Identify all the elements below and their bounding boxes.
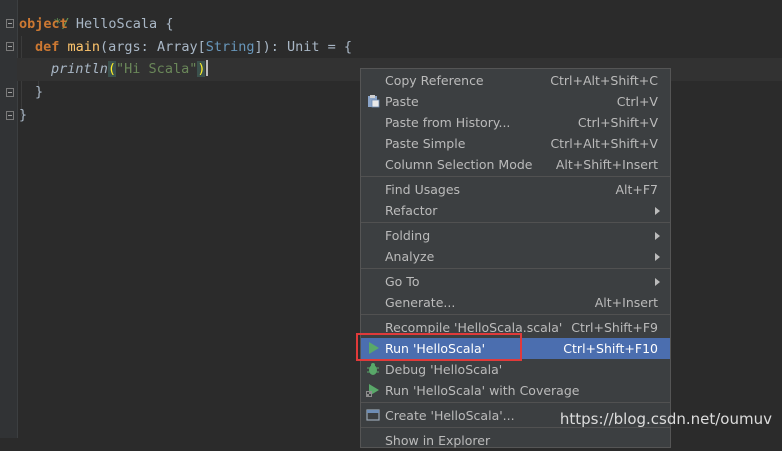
menu-item-folding[interactable]: Folding (361, 225, 670, 246)
menu-item-analyze[interactable]: Analyze (361, 246, 670, 267)
function-println: println (51, 61, 108, 77)
shortcut: Ctrl+Shift+F10 (563, 341, 658, 356)
submenu-arrow-icon (655, 253, 660, 261)
brace-close: } (35, 84, 44, 100)
shortcut: Alt+Insert (594, 295, 658, 310)
shortcut: Ctrl+Shift+V (577, 115, 658, 130)
menu-item-debug[interactable]: Debug 'HelloScala' (361, 359, 670, 380)
watermark-text: https://blog.csdn.net/oumuv (559, 410, 772, 428)
shortcut: Ctrl+Shift+F9 (571, 320, 658, 335)
shortcut: Alt+Shift+Insert (555, 157, 658, 172)
keyword-def: def (35, 39, 60, 55)
text-caret (206, 60, 209, 76)
menu-item-go-to[interactable]: Go To (361, 271, 670, 292)
menu-item-paste-from-history[interactable]: Paste from History... Ctrl+Shift+V (361, 112, 670, 133)
type-string: String (205, 39, 255, 55)
submenu-arrow-icon (655, 278, 660, 286)
shortcut: Ctrl+V (616, 94, 658, 109)
menu-item-find-usages[interactable]: Find Usages Alt+F7 (361, 179, 670, 200)
shortcut: Alt+F7 (615, 182, 658, 197)
menu-separator (361, 222, 670, 223)
code-line-object[interactable]: object HelloScala { (19, 13, 173, 36)
menu-item-paste[interactable]: Paste Ctrl+V (361, 91, 670, 112)
context-menu: Copy Reference Ctrl+Alt+Shift+C Paste Ct… (360, 68, 671, 448)
fold-marker-icon[interactable] (6, 19, 14, 28)
menu-item-generate[interactable]: Generate... Alt+Insert (361, 292, 670, 313)
menu-item-copy-reference[interactable]: Copy Reference Ctrl+Alt+Shift+C (361, 70, 670, 91)
menu-separator (361, 402, 670, 403)
fold-marker-icon[interactable] (6, 42, 14, 51)
code-line-close-object[interactable]: } (19, 104, 27, 127)
coverage-icon (366, 384, 379, 397)
editor-gutter (0, 0, 18, 438)
clipboard-icon (368, 95, 380, 108)
paren-open: ( (107, 61, 117, 77)
code-line-println[interactable]: println("Hi Scala") (51, 58, 209, 81)
code-line-def-main[interactable]: def main(args: Array[String]): Unit = { (35, 36, 352, 59)
method-return: ]): Unit = { (254, 39, 353, 55)
menu-separator (361, 268, 670, 269)
fold-marker-icon[interactable] (6, 111, 14, 120)
menu-item-run-with-coverage[interactable]: Run 'HelloScala' with Coverage (361, 380, 670, 401)
paren-close: ) (197, 61, 206, 77)
debug-icon (367, 363, 379, 375)
method-name: main (67, 39, 101, 55)
object-name: HelloScala (67, 16, 166, 32)
brace-open: { (165, 16, 174, 32)
code-line-comment-end[interactable]: */ (37, 0, 69, 32)
menu-item-refactor[interactable]: Refactor (361, 200, 670, 221)
shortcut: Ctrl+Alt+Shift+V (550, 136, 658, 151)
menu-item-show-in-explorer[interactable]: Show in Explorer (361, 430, 670, 451)
fold-marker-icon[interactable] (6, 88, 14, 97)
method-params: (args: Array[ (100, 39, 206, 55)
string-literal: "Hi Scala" (116, 61, 198, 77)
shortcut: Ctrl+Alt+Shift+C (550, 73, 658, 88)
menu-item-recompile[interactable]: Recompile 'HelloScala.scala' Ctrl+Shift+… (361, 317, 670, 338)
submenu-arrow-icon (655, 232, 660, 240)
menu-item-column-selection-mode[interactable]: Column Selection Mode Alt+Shift+Insert (361, 154, 670, 175)
menu-separator (361, 176, 670, 177)
submenu-arrow-icon (655, 207, 660, 215)
menu-separator (361, 314, 670, 315)
brace-close: } (19, 107, 28, 123)
menu-item-run[interactable]: Run 'HelloScala' Ctrl+Shift+F10 (361, 338, 670, 359)
run-icon (369, 342, 379, 354)
code-line-close-method[interactable]: } (35, 81, 43, 104)
menu-item-paste-simple[interactable]: Paste Simple Ctrl+Alt+Shift+V (361, 133, 670, 154)
create-config-icon (366, 409, 380, 421)
keyword-object: object (19, 16, 68, 32)
